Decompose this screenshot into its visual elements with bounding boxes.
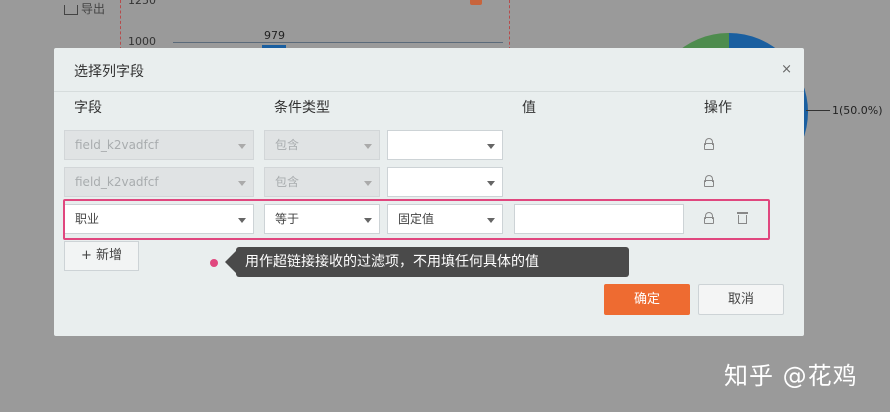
- cancel-button[interactable]: 取消: [698, 284, 784, 315]
- dialog-header: 选择列字段 ×: [54, 48, 804, 92]
- condition-select: 包含: [264, 167, 380, 197]
- tooltip-dot: [210, 259, 218, 267]
- field-select-value: field_k2vadfcf: [75, 138, 159, 152]
- chevron-down-icon: [238, 181, 246, 186]
- condition-select: 包含: [264, 130, 380, 160]
- close-icon[interactable]: ×: [781, 62, 792, 77]
- pie-label-line: [806, 110, 830, 111]
- select-column-dialog: 选择列字段 × 字段 条件类型 值 操作 field_k2vadfcf 包含 f…: [54, 48, 804, 336]
- condition-select-value: 包含: [275, 138, 300, 152]
- chevron-down-icon: [487, 181, 495, 186]
- legend-icon: [470, 0, 482, 5]
- chevron-down-icon: [238, 144, 246, 149]
- column-header-value: 值: [522, 100, 536, 116]
- highlight-box: [63, 199, 770, 240]
- gridline: [173, 42, 503, 43]
- column-header-action: 操作: [704, 100, 732, 116]
- chevron-down-icon: [487, 144, 495, 149]
- lock-icon[interactable]: [704, 175, 714, 187]
- y-tick-1000: 1000: [128, 35, 156, 48]
- filter-row: field_k2vadfcf 包含: [64, 130, 764, 160]
- export-icon: [64, 4, 78, 15]
- field-select-value: field_k2vadfcf: [75, 175, 159, 189]
- chevron-down-icon: [364, 144, 372, 149]
- export-label: 导出: [81, 2, 106, 16]
- filter-row: field_k2vadfcf 包含: [64, 167, 764, 197]
- field-select: field_k2vadfcf: [64, 130, 254, 160]
- annotation-tooltip: 用作超链接接收的过滤项，不用填任何具体的值: [225, 247, 629, 277]
- pie-label: 1(50.0%): [832, 104, 883, 117]
- dialog-title: 选择列字段: [74, 64, 144, 80]
- column-header-condition: 条件类型: [274, 100, 330, 116]
- export-button: 导出: [64, 0, 105, 17]
- value-type-select[interactable]: [387, 130, 503, 160]
- value-type-select[interactable]: [387, 167, 503, 197]
- y-tick-1250: 1250: [128, 0, 156, 7]
- condition-select-value: 包含: [275, 175, 300, 189]
- add-button[interactable]: + 新增: [64, 241, 139, 271]
- watermark: 知乎 @花鸡: [724, 362, 858, 390]
- chevron-down-icon: [364, 181, 372, 186]
- lock-icon[interactable]: [704, 138, 714, 150]
- bar-data-label: 979: [264, 29, 285, 42]
- field-select: field_k2vadfcf: [64, 167, 254, 197]
- confirm-button[interactable]: 确定: [604, 284, 690, 315]
- column-header-field: 字段: [74, 100, 102, 116]
